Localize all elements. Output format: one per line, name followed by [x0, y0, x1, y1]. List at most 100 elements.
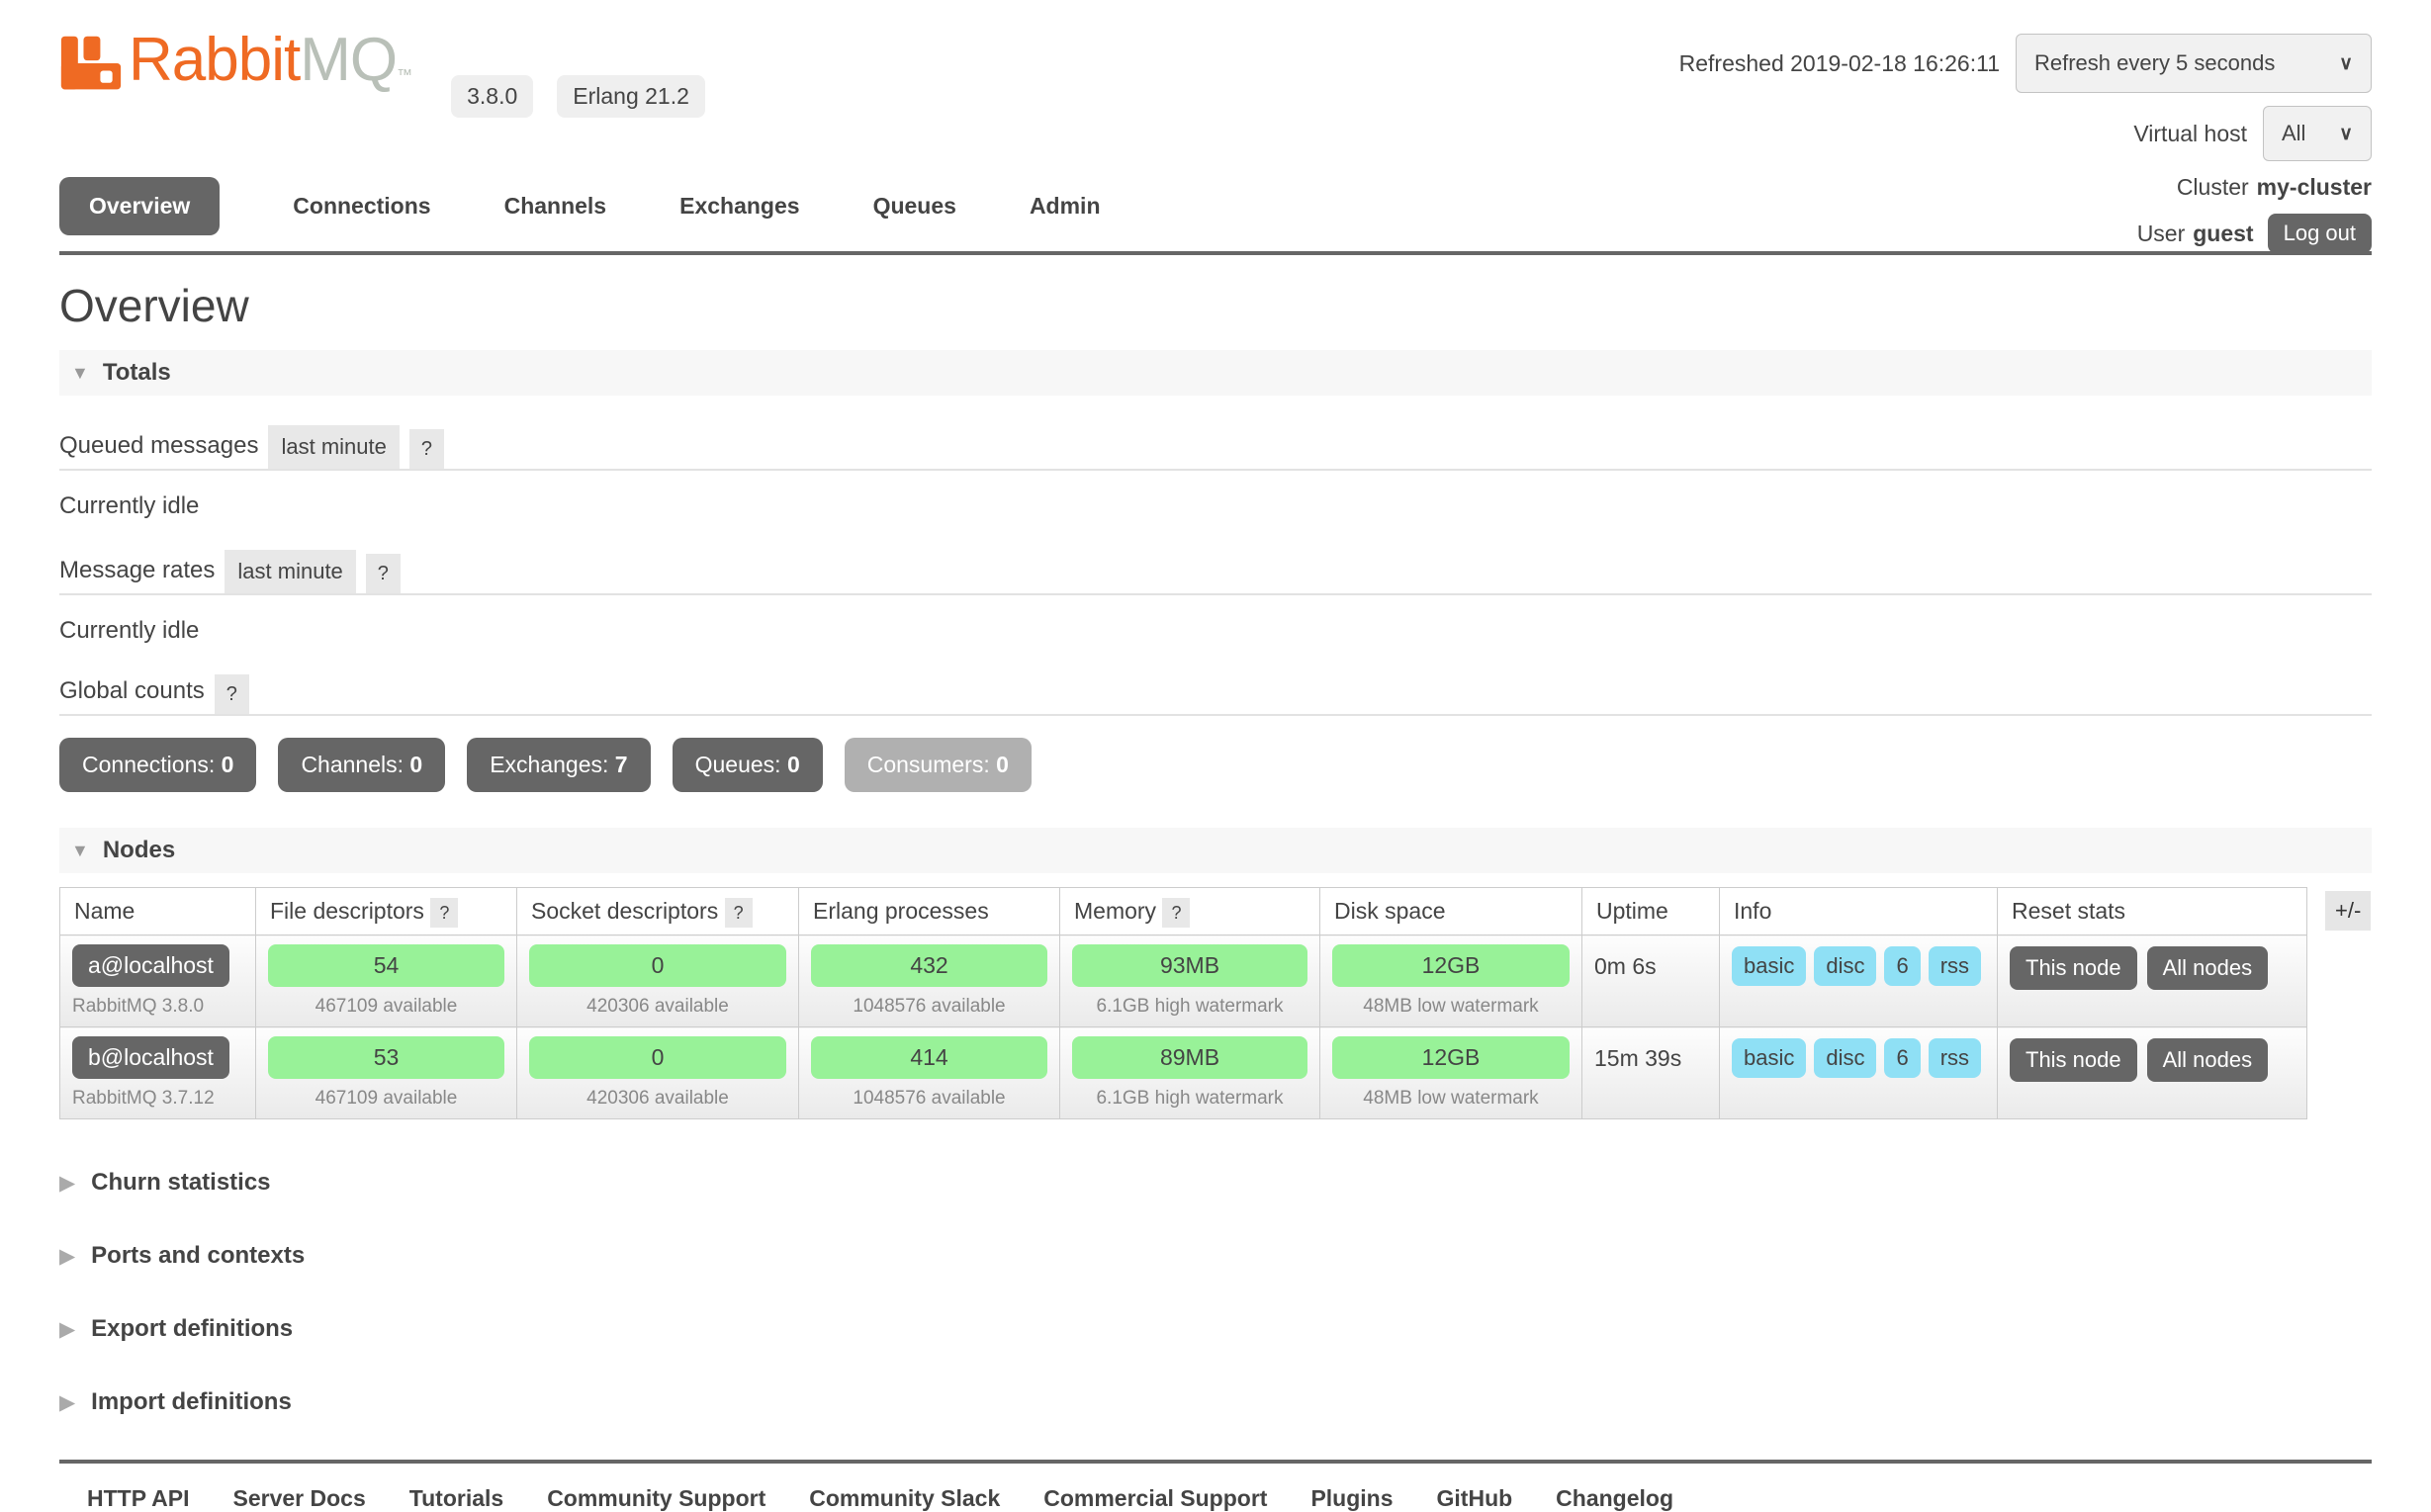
rabbitmq-management-page: RabbitMQ™ 3.8.0 Erlang 21.2 Refreshed 20…: [0, 0, 2431, 1512]
help-icon[interactable]: ?: [366, 554, 401, 593]
tab-overview[interactable]: Overview: [59, 177, 220, 235]
reset-all-nodes-button[interactable]: All nodes: [2147, 1038, 2269, 1082]
help-icon[interactable]: ?: [1162, 898, 1190, 928]
message-rates-row: Message rates last minute ?: [59, 550, 2372, 595]
virtual-host-select[interactable]: All ∨: [2263, 106, 2372, 161]
tab-connections[interactable]: Connections: [293, 193, 430, 220]
reset-this-node-button[interactable]: This node: [2010, 946, 2137, 990]
erlang-version-badge: Erlang 21.2: [557, 75, 705, 118]
info-tag-basic: basic: [1732, 1038, 1806, 1078]
count-label: Consumers:: [867, 752, 996, 777]
column-toggle-button[interactable]: +/-: [2325, 891, 2371, 931]
refresh-interval-select[interactable]: Refresh every 5 seconds ∨: [2016, 34, 2372, 93]
erlang-processes-cell: 432 1048576 available: [799, 935, 1060, 1027]
cluster-label: Cluster: [2177, 174, 2249, 201]
header: RabbitMQ™ 3.8.0 Erlang 21.2 Refreshed 20…: [59, 0, 2372, 118]
exchanges-count-button[interactable]: Exchanges: 7: [467, 738, 650, 792]
rates-idle-status: Currently idle: [59, 617, 2372, 645]
footer-link-community-support[interactable]: Community Support: [547, 1485, 765, 1512]
ports-and-contexts-label: Ports and contexts: [91, 1242, 305, 1270]
queues-count-button[interactable]: Queues: 0: [673, 738, 823, 792]
chevron-down-icon: ∨: [2339, 52, 2353, 75]
help-icon[interactable]: ?: [409, 429, 444, 469]
cluster-name: my-cluster: [2257, 174, 2372, 201]
chevron-down-icon: ∨: [2339, 123, 2353, 145]
footer-link-changelog[interactable]: Changelog: [1556, 1485, 1673, 1512]
count-label: Queues:: [695, 752, 787, 777]
info-tag-rss: rss: [1929, 946, 1981, 986]
col-uptime: Uptime: [1582, 888, 1720, 935]
virtual-host-label: Virtual host: [2133, 121, 2247, 147]
file-descriptors-sub: 467109 available: [268, 1088, 504, 1110]
totals-section-header[interactable]: ▼ Totals: [59, 350, 2372, 396]
disk-space-cell: 12GB 48MB low watermark: [1320, 1027, 1582, 1119]
info-tag-stats-level: 6: [1884, 1038, 1920, 1078]
col-name: Name: [60, 888, 256, 935]
file-descriptors-value: 54: [268, 944, 504, 987]
nodes-section-title: Nodes: [103, 837, 175, 864]
footer-link-commercial-support[interactable]: Commercial Support: [1043, 1485, 1267, 1512]
footer-link-server-docs[interactable]: Server Docs: [233, 1485, 366, 1512]
disk-space-value: 12GB: [1332, 1036, 1570, 1079]
channels-count-button[interactable]: Channels: 0: [278, 738, 445, 792]
footer-link-github[interactable]: GitHub: [1437, 1485, 1513, 1512]
memory-value: 93MB: [1072, 944, 1307, 987]
message-rates-label: Message rates: [59, 557, 215, 593]
count-value: 7: [615, 752, 628, 777]
footer-link-plugins[interactable]: Plugins: [1310, 1485, 1393, 1512]
tab-admin[interactable]: Admin: [1030, 193, 1101, 220]
count-label: Exchanges:: [490, 752, 615, 777]
tab-queues[interactable]: Queues: [873, 193, 956, 220]
footer-link-community-slack[interactable]: Community Slack: [809, 1485, 1000, 1512]
global-counts-row: Global counts ?: [59, 674, 2372, 716]
disk-space-value: 12GB: [1332, 944, 1570, 987]
node-name-badge[interactable]: b@localhost: [72, 1036, 229, 1079]
global-counts-label: Global counts: [59, 677, 205, 714]
tab-exchanges[interactable]: Exchanges: [679, 193, 799, 220]
socket-descriptors-sub: 420306 available: [529, 996, 786, 1018]
virtual-host-value: All: [2282, 121, 2305, 146]
col-reset-stats: Reset stats: [1998, 888, 2307, 935]
help-icon[interactable]: ?: [430, 898, 458, 928]
help-icon[interactable]: ?: [215, 674, 249, 714]
triangle-right-icon: ▶: [59, 1244, 75, 1269]
socket-descriptors-value: 0: [529, 944, 786, 987]
uptime-cell: 15m 39s: [1582, 1027, 1720, 1119]
triangle-right-icon: ▶: [59, 1317, 75, 1342]
count-label: Connections:: [82, 752, 222, 777]
churn-statistics-section[interactable]: ▶ Churn statistics: [59, 1169, 2372, 1197]
col-socket-descriptors: Socket descriptors ?: [517, 888, 799, 935]
memory-value: 89MB: [1072, 1036, 1307, 1079]
user-label: User: [2137, 221, 2186, 247]
node-name-badge[interactable]: a@localhost: [72, 944, 229, 987]
memory-cell: 93MB 6.1GB high watermark: [1060, 935, 1320, 1027]
file-descriptors-sub: 467109 available: [268, 996, 504, 1018]
logout-button[interactable]: Log out: [2268, 214, 2372, 253]
node-version: RabbitMQ 3.7.12: [72, 1088, 243, 1110]
erlang-processes-value: 432: [811, 944, 1047, 987]
uptime-value: 0m 6s: [1594, 944, 1707, 980]
reset-all-nodes-button[interactable]: All nodes: [2147, 946, 2269, 990]
tab-channels[interactable]: Channels: [504, 193, 607, 220]
file-descriptors-cell: 53 467109 available: [256, 1027, 517, 1119]
nodes-section-header[interactable]: ▼ Nodes: [59, 828, 2372, 873]
export-definitions-section[interactable]: ▶ Export definitions: [59, 1315, 2372, 1343]
footer: HTTP API Server Docs Tutorials Community…: [59, 1460, 2372, 1512]
rates-last-minute-selector[interactable]: last minute: [225, 550, 355, 593]
footer-link-tutorials[interactable]: Tutorials: [409, 1485, 503, 1512]
import-definitions-section[interactable]: ▶ Import definitions: [59, 1388, 2372, 1416]
nodes-header-row: Name File descriptors ? Socket descripto…: [60, 888, 2307, 935]
reset-this-node-button[interactable]: This node: [2010, 1038, 2137, 1082]
col-memory: Memory ?: [1060, 888, 1320, 935]
memory-sub: 6.1GB high watermark: [1072, 996, 1307, 1018]
nodes-table-wrap: Name File descriptors ? Socket descripto…: [59, 887, 2372, 1119]
ports-and-contexts-section[interactable]: ▶ Ports and contexts: [59, 1242, 2372, 1270]
col-info: Info: [1720, 888, 1998, 935]
rabbitmq-logo[interactable]: RabbitMQ™: [59, 28, 411, 109]
queued-last-minute-selector[interactable]: last minute: [268, 425, 399, 469]
socket-descriptors-cell: 0 420306 available: [517, 1027, 799, 1119]
consumers-count-button: Consumers: 0: [845, 738, 1032, 792]
help-icon[interactable]: ?: [725, 898, 753, 928]
footer-link-http-api[interactable]: HTTP API: [87, 1485, 190, 1512]
connections-count-button[interactable]: Connections: 0: [59, 738, 256, 792]
